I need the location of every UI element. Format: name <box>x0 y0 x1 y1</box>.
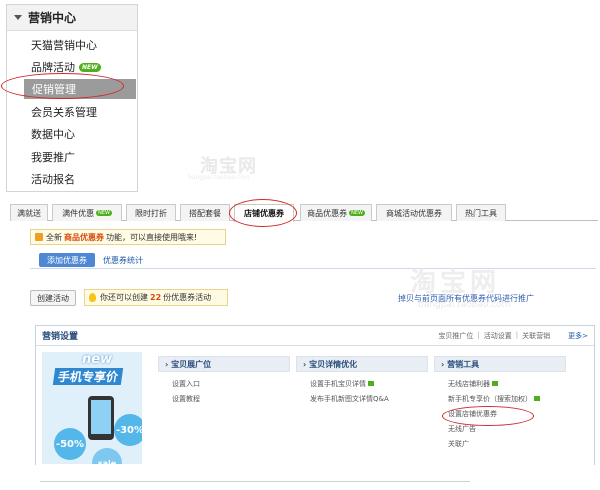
tab-label: 限时打折 <box>135 208 167 218</box>
menu-item-label: 促销管理 <box>32 83 76 96</box>
column-link[interactable]: 设置手机宝贝详情 <box>296 376 428 391</box>
phone-screen <box>91 400 111 434</box>
panel-link-activity-settings[interactable]: 活动设置 <box>484 331 512 341</box>
panel-title: 营销设置 <box>42 332 79 342</box>
menu-item-label: 活动报名 <box>31 173 75 186</box>
menu-item-activity-signup[interactable]: 活动报名 <box>7 169 137 189</box>
create-activity-button[interactable]: 创建活动 <box>30 290 76 306</box>
column-detail-optimization: › 宝贝详情优化 设置手机宝贝详情 发布手机新图文详情Q&A <box>296 356 428 406</box>
tab-full-gift[interactable]: 满就送 <box>10 204 48 221</box>
menu-item-label: 品牌活动 <box>31 61 75 74</box>
panel-link-related-marketing[interactable]: 关联营销 <box>522 331 550 341</box>
column-marketing-tools: › 营销工具 无线店铺利器 新手机专享价（搜索加权） 设置店铺优惠券 无线广告 … <box>434 356 566 451</box>
tip-suffix: 份优惠券活动 <box>163 293 212 302</box>
column-header: › 营销工具 <box>434 356 566 372</box>
column-header: › 宝贝详情优化 <box>296 356 428 372</box>
menu-item-member-relations[interactable]: 会员关系管理 <box>7 102 137 122</box>
column-link[interactable]: 新手机专享价（搜索加权） <box>434 391 566 406</box>
menu-header[interactable]: 营销中心 <box>7 5 137 31</box>
menu-item-data-center[interactable]: 数据中心 <box>7 124 137 144</box>
notice-highlight[interactable]: 商品优惠券 <box>64 232 104 243</box>
column-link[interactable]: 无线广告 <box>434 421 566 436</box>
panel-header: 营销设置 宝贝推广位 | 活动设置 | 关联营销 更多> <box>36 326 594 346</box>
tab-label: 搭配套餐 <box>189 208 221 218</box>
speaker-icon <box>35 233 43 241</box>
menu-item-tmall-marketing[interactable]: 天猫营销中心 <box>7 35 137 55</box>
remaining-activities-tip: 你还可以创建 22 份优惠券活动 <box>84 289 228 306</box>
collapse-triangle-icon[interactable] <box>14 15 22 20</box>
separator: | <box>477 330 480 339</box>
column-title: 营销工具 <box>447 359 480 369</box>
promo-new-label: new <box>82 352 113 367</box>
tab-limited-discount[interactable]: 限时打折 <box>126 204 176 221</box>
tab-multi-item-discount[interactable]: 满件优惠 NEW <box>52 204 122 221</box>
tab-label: 商品优惠券 <box>307 208 348 218</box>
column-promo-slot: › 宝贝展广位 设置入口 设置教程 <box>158 356 290 406</box>
new-badge-icon <box>534 396 540 401</box>
menu-item-label: 会员关系管理 <box>31 106 97 119</box>
discount-badge: -30% <box>114 414 142 446</box>
watermark-url: bangpai.taobao.com <box>418 300 511 310</box>
tab-bundle[interactable]: 搭配套餐 <box>180 204 230 221</box>
new-feature-notice: 全新 商品优惠券 功能，可以直接使用哦来! <box>30 229 226 245</box>
column-link-shop-coupon[interactable]: 设置店铺优惠券 <box>434 406 566 421</box>
column-link-label: 无线店铺利器 <box>448 379 490 388</box>
column-link[interactable]: 设置入口 <box>158 376 290 391</box>
tab-item-coupon[interactable]: 商品优惠券 NEW <box>300 204 372 221</box>
menu-item-label: 我要推广 <box>31 151 75 164</box>
discount-badge: -50% <box>54 428 86 460</box>
new-badge: NEW <box>96 210 112 216</box>
column-header: › 宝贝展广位 <box>158 356 290 372</box>
column-link[interactable]: 无线店铺利器 <box>434 376 566 391</box>
subnav-divider <box>30 268 596 269</box>
mobile-price-promo-banner[interactable]: new 手机专享价 -50% -30% sale <box>42 352 142 464</box>
notice-prefix: 全新 <box>46 232 62 242</box>
column-link[interactable]: 关联广 <box>434 436 566 451</box>
menu-item-promote[interactable]: 我要推广 <box>7 147 137 167</box>
tab-label: 店铺优惠券 <box>244 209 284 218</box>
menu-item-promotion-management[interactable]: 促销管理 <box>24 79 136 99</box>
watermark-url: bangpai.taobao.com <box>188 174 250 181</box>
notice-suffix: 功能，可以直接使用哦来! <box>106 232 198 242</box>
menu-item-label: 数据中心 <box>31 128 75 141</box>
marketing-settings-panel: 营销设置 宝贝推广位 | 活动设置 | 关联营销 更多> new 手机专享价 -… <box>35 325 595 465</box>
new-badge: NEW <box>79 62 101 72</box>
watermark-logo: 淘宝网 <box>410 268 501 298</box>
promotion-tabs: 满就送 满件优惠 NEW 限时打折 搭配套餐 店铺优惠券 商品优惠券 NEW 商城活… <box>10 204 598 222</box>
menu-title: 营销中心 <box>28 11 77 25</box>
column-link-label: 设置手机宝贝详情 <box>310 379 366 388</box>
promo-title: 手机专享价 <box>52 368 124 385</box>
separator: | <box>515 330 519 339</box>
menu-item-label: 天猫营销中心 <box>31 39 97 52</box>
add-coupon-button[interactable]: 添加优惠券 <box>39 253 95 267</box>
lightbulb-icon <box>89 293 96 302</box>
panel-links: 宝贝推广位 | 活动设置 | 关联营销 更多> <box>438 331 588 341</box>
tab-hot-tools[interactable]: 热门工具 <box>456 204 506 221</box>
tab-label: 热门工具 <box>465 208 497 218</box>
marketing-center-menu: 营销中心 天猫营销中心 品牌活动 NEW 促销管理 会员关系管理 数据中心 我要推… <box>6 4 138 192</box>
new-badge: NEW <box>349 210 365 216</box>
tab-shop-coupon[interactable]: 店铺优惠券 <box>234 204 294 222</box>
bottom-divider <box>40 481 470 482</box>
remaining-count: 22 <box>150 293 162 302</box>
tab-label: 满就送 <box>17 208 41 218</box>
tab-label: 商城活动优惠券 <box>386 208 442 218</box>
sale-badge: sale <box>92 448 122 464</box>
column-title: 宝贝详情优化 <box>309 359 358 369</box>
menu-item-brand-activity[interactable]: 品牌活动 NEW <box>7 57 137 77</box>
more-link[interactable]: 更多> <box>568 331 588 341</box>
column-link[interactable]: 设置教程 <box>158 391 290 406</box>
new-badge-icon <box>492 381 498 386</box>
column-title: 宝贝展广位 <box>171 359 212 369</box>
tip-prefix: 你还可以创建 <box>100 293 148 302</box>
panel-link-promo-slot[interactable]: 宝贝推广位 <box>438 331 473 341</box>
tab-mall-activity-coupon[interactable]: 商城活动优惠券 <box>376 204 452 221</box>
column-link[interactable]: 发布手机新图文详情Q&A <box>296 391 428 406</box>
column-link-label: 新手机专享价（搜索加权） <box>448 394 532 403</box>
new-badge-icon <box>368 381 374 386</box>
tab-label: 满件优惠 <box>62 208 95 218</box>
coupon-stats-link[interactable]: 优惠券统计 <box>103 255 143 266</box>
